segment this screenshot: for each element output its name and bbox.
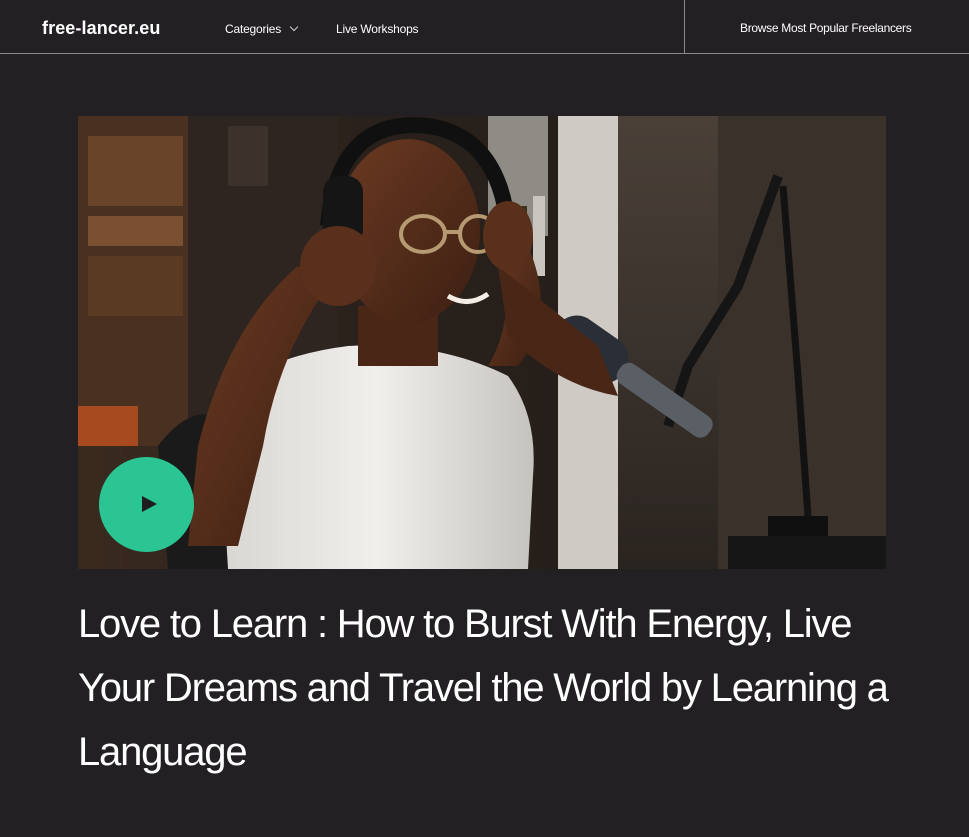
play-video-button[interactable] (99, 457, 194, 552)
nav-categories-label: Categories (225, 22, 282, 36)
hero-video-thumbnail[interactable] (78, 116, 886, 569)
play-icon (142, 496, 157, 512)
header-divider (684, 0, 685, 54)
article-title: Love to Learn : How to Burst With Energy… (78, 602, 889, 774)
chevron-down-icon (289, 22, 299, 32)
nav-live-workshops-link[interactable]: Live Workshops (336, 22, 419, 36)
site-logo[interactable]: free-lancer.eu (42, 18, 160, 39)
hero-image (78, 116, 886, 569)
nav-categories-dropdown[interactable]: Categories (225, 22, 299, 36)
browse-freelancers-link[interactable]: Browse Most Popular Freelancers (740, 21, 912, 35)
top-navigation-bar: free-lancer.eu Categories Live Workshops… (0, 0, 969, 54)
